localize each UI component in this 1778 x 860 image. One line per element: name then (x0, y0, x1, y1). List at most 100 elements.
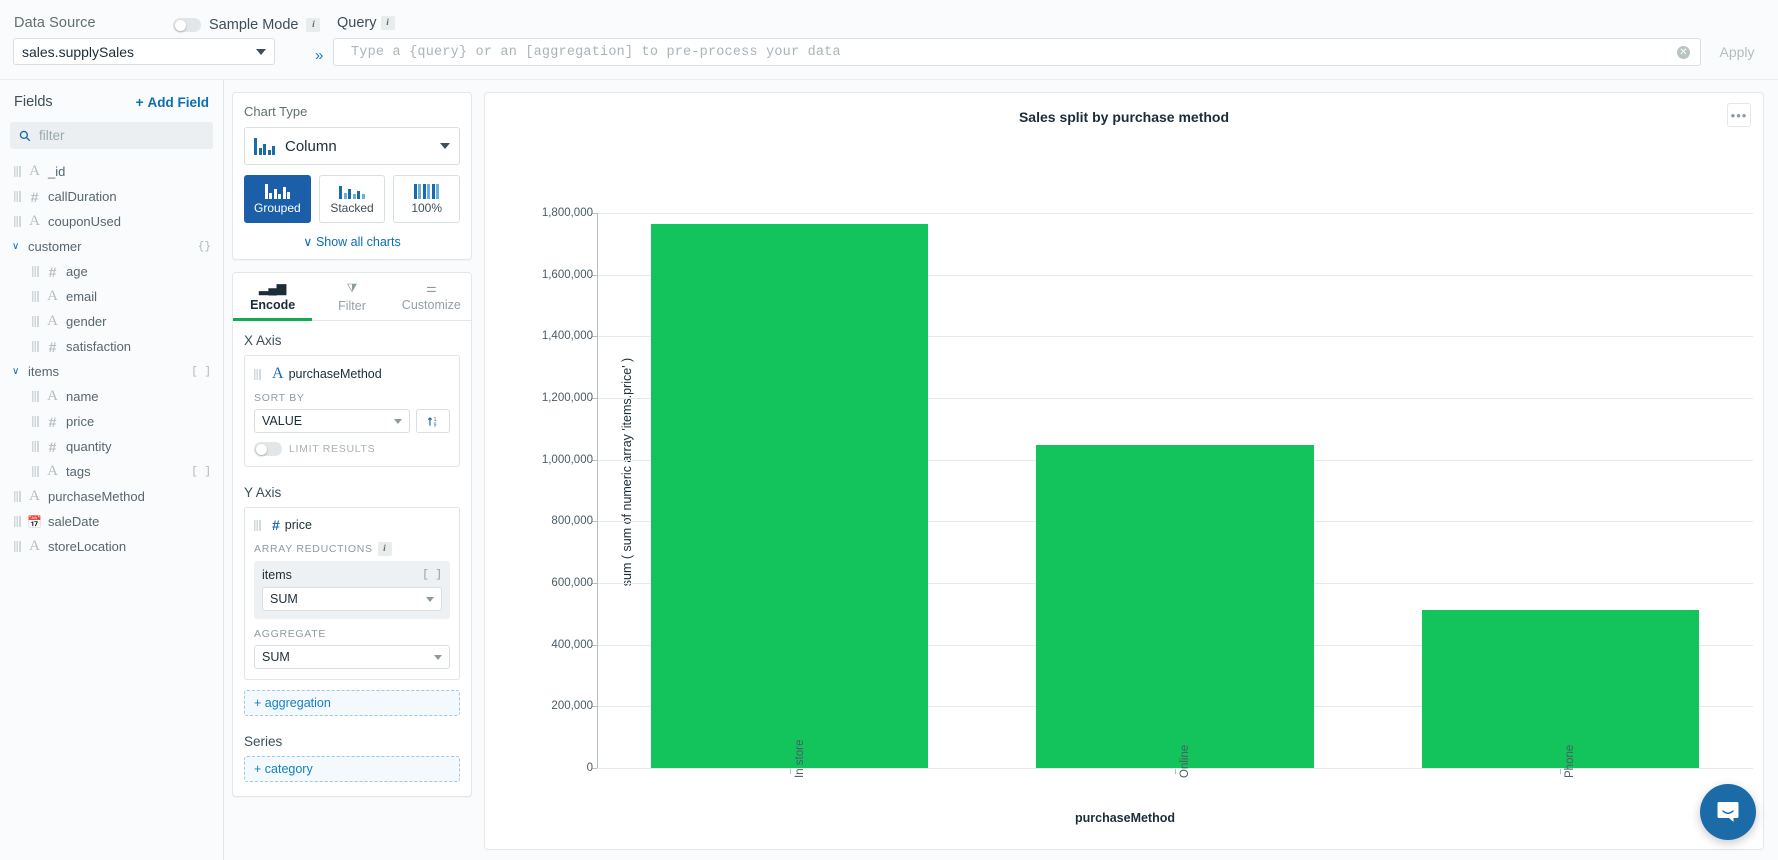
field-filter-input[interactable]: filter (10, 122, 213, 149)
y-tick-label: 1,200,000 (541, 392, 593, 404)
array-reduction-select[interactable]: SUM (262, 587, 442, 611)
array-reductions-info-icon[interactable]: i (377, 542, 392, 556)
aggregate-value: SUM (262, 650, 290, 664)
x-axis-box: A purchaseMethod SORT BY VALUE 1 9 LIMIT… (244, 355, 460, 467)
drag-handle-icon[interactable] (254, 519, 261, 531)
fields-sidebar: Fields + Add Field filter A _id # callDurat… (0, 80, 224, 860)
chevron-down-icon[interactable]: ∨ (12, 366, 24, 377)
drag-handle-icon[interactable] (32, 391, 39, 402)
sample-mode-label: Sample Mode (209, 17, 299, 33)
chevron-down-icon: ∨ (303, 235, 313, 249)
x-tick-mark (789, 769, 791, 774)
field-row[interactable]: # quantity (0, 434, 223, 459)
field-row[interactable]: ApurchaseMethod (0, 484, 223, 509)
drag-handle-icon[interactable] (32, 316, 39, 327)
field-type-icon: A (47, 288, 58, 304)
bar-chart-icon: ▂▄▆ (259, 281, 287, 295)
limit-results-switch[interactable] (254, 442, 282, 456)
drag-handle-icon[interactable] (14, 216, 21, 227)
clear-icon[interactable]: ✕ (1677, 45, 1690, 59)
field-row[interactable]: Aname (0, 384, 223, 409)
query-input[interactable]: Type a {query} or an [aggregation] to pr… (333, 38, 1701, 66)
drag-handle-icon[interactable] (14, 516, 21, 527)
bar[interactable] (650, 223, 929, 768)
field-row[interactable]: # age (0, 259, 223, 284)
chevron-down-icon (256, 48, 266, 55)
field-row[interactable]: ∨ items [ ] (0, 359, 223, 384)
chart-preview-panel: Sales split by purchase method ••• sum (… (484, 92, 1764, 850)
drag-handle-icon[interactable] (32, 466, 39, 477)
apply-button[interactable]: Apply (1706, 38, 1768, 66)
bar[interactable] (1036, 444, 1314, 768)
variant-grouped-button[interactable]: Grouped (244, 175, 311, 223)
y-axis-field-chip[interactable]: # price (254, 517, 450, 533)
drag-handle-icon[interactable] (14, 166, 21, 177)
drag-handle-icon[interactable] (32, 416, 39, 427)
chevron-down-icon[interactable]: ∨ (12, 241, 24, 252)
field-row[interactable]: # callDuration (0, 184, 223, 209)
y-tick-label: 400,000 (551, 638, 593, 651)
chart-type-card: Chart Type Column Grouped Stacked 100% ∨… (232, 92, 472, 260)
chat-bubble-button[interactable] (1700, 784, 1756, 840)
field-row[interactable]: Agender (0, 309, 223, 334)
drag-handle-icon[interactable] (14, 491, 21, 502)
tab-encode[interactable]: ▂▄▆ Encode (233, 273, 313, 321)
sort-asc-icon: 1 9 (427, 416, 436, 428)
field-type-icon: A (29, 488, 40, 504)
sort-by-label: SORT BY (254, 392, 305, 404)
sort-by-select[interactable]: VALUE (254, 409, 410, 433)
drag-handle-icon[interactable] (32, 441, 39, 452)
query-placeholder: Type a {query} or an [aggregation] to pr… (351, 44, 841, 60)
chart-type-select[interactable]: Column (244, 127, 460, 165)
field-row[interactable]: AstoreLocation (0, 534, 223, 559)
sample-mode-toggle[interactable]: Sample Mode i (173, 17, 321, 33)
field-row[interactable]: ∨ customer {} (0, 234, 223, 259)
variant-stacked-button[interactable]: Stacked (318, 175, 386, 223)
series-heading: Series (244, 734, 283, 749)
drag-handle-icon[interactable] (32, 291, 39, 302)
add-category-button[interactable]: + category (244, 756, 460, 782)
data-source-select[interactable]: sales.supplySales (13, 38, 275, 65)
field-row[interactable]: Atags [ ] (0, 459, 223, 484)
field-name: storeLocation (48, 539, 127, 554)
expand-double-chevron-icon[interactable]: » (315, 47, 323, 64)
drag-handle-icon[interactable] (14, 191, 21, 202)
sliders-icon: ⚌ (425, 281, 437, 295)
stacked-bars-icon (339, 184, 365, 199)
limit-results-row[interactable]: LIMIT RESULTS (254, 442, 450, 456)
show-all-charts-button[interactable]: ∨ Show all charts (244, 234, 460, 249)
tab-filter[interactable]: ⧩ Filter (312, 273, 391, 320)
bar[interactable] (1421, 610, 1700, 768)
x-axis-field-chip[interactable]: A purchaseMethod (254, 365, 450, 383)
x-axis-field-label: purchaseMethod (288, 367, 382, 381)
field-row[interactable]: # satisfaction (0, 334, 223, 359)
query-label: Query i (337, 15, 395, 31)
field-row[interactable]: Aemail (0, 284, 223, 309)
variant-100-button[interactable]: 100% (393, 175, 461, 223)
field-row[interactable]: 📅 saleDate (0, 509, 223, 534)
sort-direction-button[interactable]: 1 9 (416, 409, 450, 433)
field-row[interactable]: AcouponUsed (0, 209, 223, 234)
add-aggregation-button[interactable]: + aggregation (244, 690, 460, 716)
field-type-icon: A (29, 538, 40, 554)
array-reduction-field: items (262, 568, 292, 582)
field-row[interactable]: # price (0, 409, 223, 434)
field-row[interactable]: A _id (0, 159, 223, 184)
variant-grouped-label: Grouped (253, 200, 301, 215)
sample-mode-switch[interactable] (173, 18, 201, 32)
array-reduction-field-row: items [ ] (262, 568, 442, 582)
drag-handle-icon[interactable] (32, 266, 39, 277)
sample-mode-info-icon[interactable]: i (306, 18, 321, 32)
drag-handle-icon[interactable] (32, 341, 39, 352)
aggregate-select[interactable]: SUM (254, 645, 450, 669)
y-axis-line (597, 213, 598, 768)
field-name: couponUsed (48, 214, 121, 229)
query-info-icon[interactable]: i (380, 16, 395, 31)
tab-customize[interactable]: ⚌ Customize (392, 273, 471, 320)
data-source-label: Data Source (14, 15, 96, 31)
search-icon (19, 130, 31, 141)
drag-handle-icon[interactable] (14, 541, 21, 552)
add-field-button[interactable]: + Add Field (136, 95, 209, 110)
array-reduction-group: items [ ] SUM (254, 561, 450, 619)
drag-handle-icon[interactable] (254, 368, 261, 380)
